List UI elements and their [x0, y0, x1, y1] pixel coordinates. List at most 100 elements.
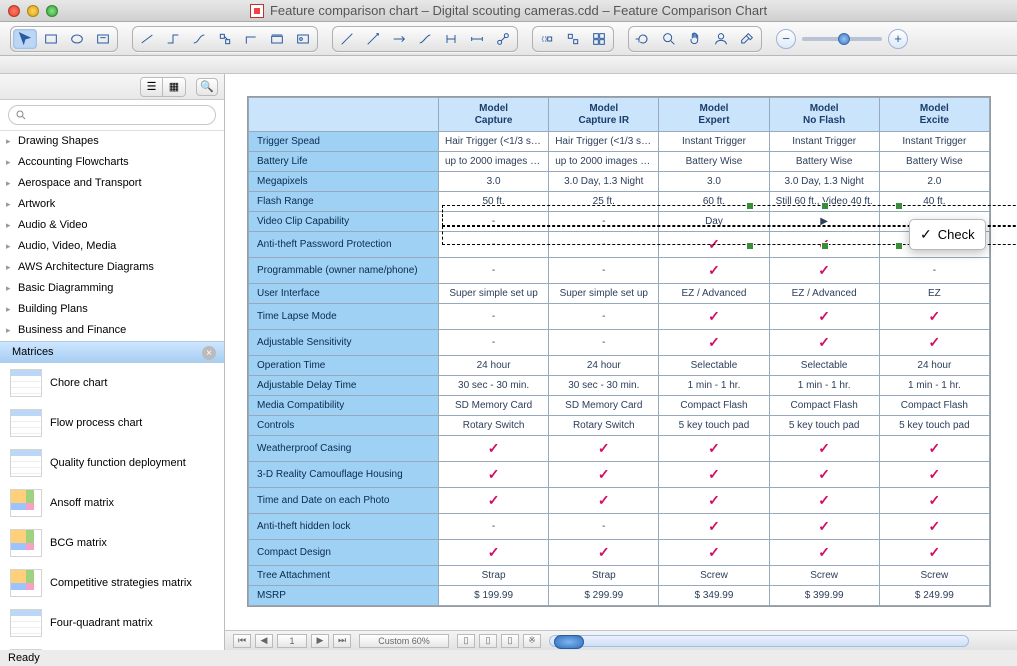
chart-cell[interactable]: up to 2000 images per set — [549, 152, 659, 172]
chart-cell[interactable]: ✓ — [879, 462, 989, 488]
chart-cell[interactable]: ✓ — [769, 462, 879, 488]
chart-cell[interactable]: 1 min - 1 hr. — [879, 376, 989, 396]
scrollbar-thumb[interactable] — [554, 635, 584, 649]
chart-cell[interactable]: 3.0 — [439, 172, 549, 192]
chart-cell[interactable]: Strap — [549, 566, 659, 586]
chart-cell[interactable]: Screw — [879, 566, 989, 586]
zoom-tool[interactable] — [657, 29, 681, 49]
chart-cell[interactable]: 5 key touch pad — [659, 416, 769, 436]
refresh-tool[interactable] — [631, 29, 655, 49]
chart-cell[interactable]: - — [439, 232, 549, 258]
chart-cell[interactable]: ✓ — [769, 232, 879, 258]
chart-cell[interactable]: Compact Flash — [879, 396, 989, 416]
chart-cell[interactable]: ▶ — [769, 212, 879, 232]
view-toggle-list[interactable]: ☰ — [141, 78, 163, 96]
chart-cell[interactable]: ✓ — [769, 540, 879, 566]
sidebar-category-item[interactable]: Basic Diagramming — [0, 278, 224, 299]
chart-cell[interactable]: ✓ — [659, 514, 769, 540]
chart-cell[interactable]: ✓ — [439, 540, 549, 566]
chart-cell[interactable]: 3.0 Day, 1.3 Night — [549, 172, 659, 192]
chart-cell[interactable]: ✓ — [659, 462, 769, 488]
chart-cell[interactable]: - — [879, 258, 989, 284]
chart-cell[interactable]: 3.0 — [659, 172, 769, 192]
page-next-button[interactable]: ▶ — [311, 634, 329, 648]
chart-cell[interactable]: 2.0 — [879, 172, 989, 192]
chart-cell[interactable]: EZ — [879, 284, 989, 304]
align-tool-1[interactable] — [535, 29, 559, 49]
page-thumb-1[interactable]: ▯ — [457, 634, 475, 648]
chart-cell[interactable]: ✓ — [769, 514, 879, 540]
chart-cell[interactable]: Day — [659, 212, 769, 232]
chart-cell[interactable]: 30 sec - 30 min. — [549, 376, 659, 396]
line-tool-1[interactable] — [335, 29, 359, 49]
chart-cell[interactable]: 5 key touch pad — [879, 416, 989, 436]
eyedropper-tool[interactable] — [735, 29, 759, 49]
chart-cell[interactable]: ✓ — [439, 488, 549, 514]
connector-tool-1[interactable] — [135, 29, 159, 49]
line-tool-4[interactable] — [413, 29, 437, 49]
chart-cell[interactable]: Still 60 ft., Video 40 ft. — [769, 192, 879, 212]
sidebar-category-item[interactable]: Artwork — [0, 194, 224, 215]
page-thumb-2[interactable]: ▯ — [479, 634, 497, 648]
chart-cell[interactable]: $ 249.99 — [879, 586, 989, 606]
library-item[interactable]: Flow process chart — [0, 403, 224, 443]
library-item[interactable]: Ansoff matrix — [0, 483, 224, 523]
chart-cell[interactable]: 40 ft. — [879, 192, 989, 212]
chart-cell[interactable]: Selectable — [659, 356, 769, 376]
chart-cell[interactable]: ✓ — [769, 436, 879, 462]
chart-cell[interactable]: EZ / Advanced — [769, 284, 879, 304]
chart-cell[interactable]: 30 sec - 30 min. — [439, 376, 549, 396]
sidebar-category-item[interactable]: Audio, Video, Media — [0, 236, 224, 257]
chart-cell[interactable]: - — [439, 212, 549, 232]
sidebar-category-item[interactable]: AWS Architecture Diagrams — [0, 257, 224, 278]
chart-cell[interactable]: Screw — [769, 566, 879, 586]
sidebar-category-item[interactable]: Accounting Flowcharts — [0, 152, 224, 173]
chart-cell[interactable]: ✓ — [659, 330, 769, 356]
chart-cell[interactable]: Rotary Switch — [549, 416, 659, 436]
chart-cell[interactable]: ✓ — [879, 436, 989, 462]
chart-cell[interactable]: 24 hour — [879, 356, 989, 376]
page-add[interactable]: ※ — [523, 634, 541, 648]
line-tool-2[interactable] — [361, 29, 385, 49]
chart-cell[interactable]: Hair Trigger (<1/3 sec) — [549, 132, 659, 152]
chart-cell[interactable]: Battery Wise — [879, 152, 989, 172]
chart-cell[interactable]: 60 ft. — [659, 192, 769, 212]
chart-cell[interactable]: ✓ — [659, 232, 769, 258]
chart-cell[interactable]: Selectable — [769, 356, 879, 376]
ellipse-tool[interactable] — [65, 29, 89, 49]
chart-cell[interactable]: ✓ — [769, 488, 879, 514]
zoom-thumb[interactable] — [838, 33, 850, 45]
page-thumb-3[interactable]: ▯ — [501, 634, 519, 648]
page-last-button[interactable]: ⏭ — [333, 634, 351, 648]
page-first-button[interactable]: ⏮ — [233, 634, 251, 648]
chart-cell[interactable]: - — [549, 258, 659, 284]
chart-cell[interactable]: up to 2000 images per set — [439, 152, 549, 172]
window-zoom-button[interactable] — [46, 5, 58, 17]
chart-cell[interactable]: ✓ — [549, 462, 659, 488]
chart-cell[interactable]: Instant Trigger — [769, 132, 879, 152]
value-popup[interactable]: ✓ Check — [909, 219, 986, 250]
line-tool-6[interactable] — [465, 29, 489, 49]
zoom-in-button[interactable]: + — [888, 29, 908, 49]
chart-cell[interactable]: Hair Trigger (<1/3 sec) — [439, 132, 549, 152]
library-item[interactable]: BCG matrix — [0, 523, 224, 563]
chart-cell[interactable]: 3.0 Day, 1.3 Night — [769, 172, 879, 192]
chart-cell[interactable]: $ 299.99 — [549, 586, 659, 606]
chart-cell[interactable]: ✓ — [549, 540, 659, 566]
sidebar-category-item[interactable]: Aerospace and Transport — [0, 173, 224, 194]
chart-cell[interactable]: ✓ — [549, 488, 659, 514]
chart-cell[interactable]: - — [439, 514, 549, 540]
chart-cell[interactable]: EZ / Advanced — [659, 284, 769, 304]
chart-cell[interactable]: ✓ — [549, 436, 659, 462]
sidebar-category-item[interactable]: Drawing Shapes — [0, 131, 224, 152]
connector-tool-6[interactable] — [265, 29, 289, 49]
line-tool-3[interactable] — [387, 29, 411, 49]
sidebar-search-input[interactable] — [8, 105, 216, 125]
chart-cell[interactable]: Compact Flash — [659, 396, 769, 416]
chart-cell[interactable]: ✓ — [659, 488, 769, 514]
chart-cell[interactable]: ✓ — [769, 330, 879, 356]
horizontal-scrollbar[interactable] — [549, 635, 969, 647]
chart-cell[interactable]: - — [549, 304, 659, 330]
connector-tool-5[interactable] — [239, 29, 263, 49]
chart-cell[interactable]: - — [549, 232, 659, 258]
